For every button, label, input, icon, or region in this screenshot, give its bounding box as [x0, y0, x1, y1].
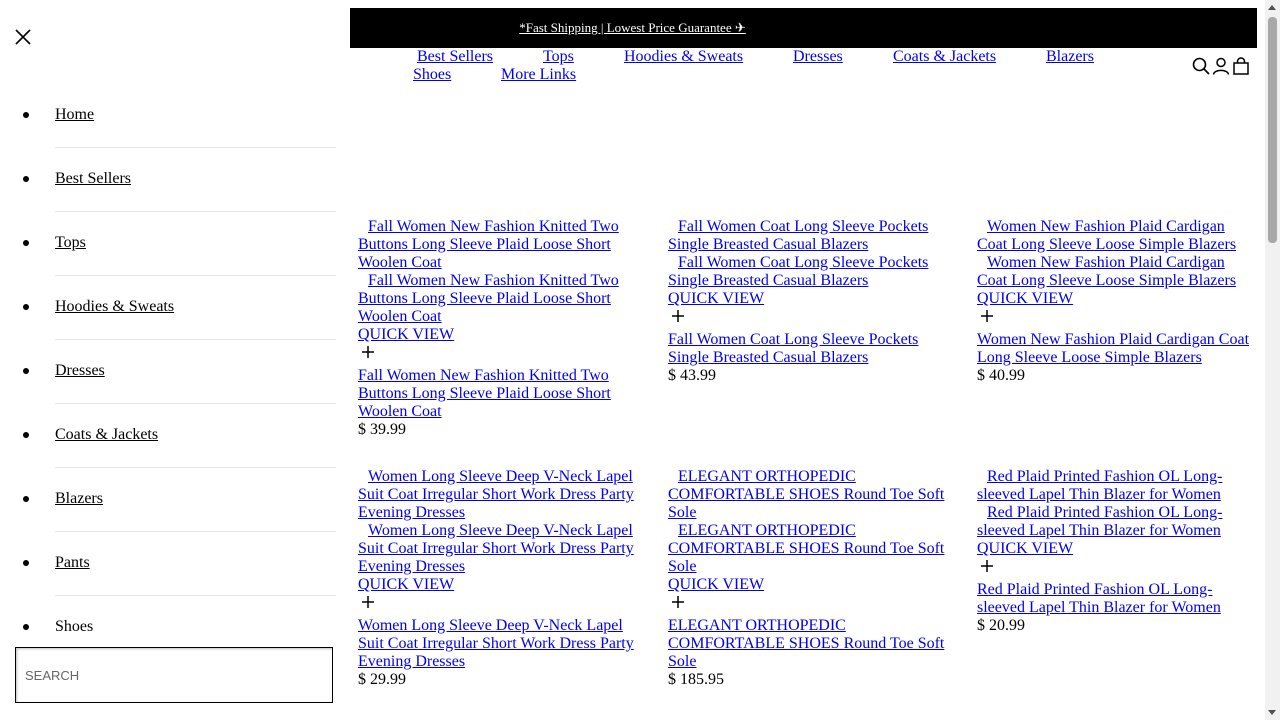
product-title[interactable]: ELEGANT ORTHOPEDIC COMFORTABLE SHOES Rou…: [668, 617, 948, 671]
product-image-hover[interactable]: Fall Women New Fashion Knitted Two Butto…: [358, 272, 638, 326]
product-title[interactable]: Fall Women New Fashion Knitted Two Butto…: [358, 367, 638, 421]
drawer-link[interactable]: Blazers: [55, 490, 103, 508]
product-card: Fall Women New Fashion Knitted Two Butto…: [358, 218, 638, 439]
search-icon[interactable]: [1192, 56, 1210, 76]
plus-icon[interactable]: [671, 308, 948, 331]
bullet: [23, 176, 29, 182]
product-image[interactable]: Red Plaid Printed Fashion OL Long-sleeve…: [977, 468, 1257, 504]
drawer-link[interactable]: Shoes: [55, 618, 93, 632]
bullet: [23, 304, 29, 310]
drawer-item-shoes: Shoes: [0, 596, 336, 632]
user-icon[interactable]: [1212, 56, 1230, 76]
product-card: Women New Fashion Plaid Cardigan Coat Lo…: [977, 218, 1257, 385]
drawer-link[interactable]: Tops: [55, 234, 86, 252]
product-image[interactable]: Women Long Sleeve Deep V-Neck Lapel Suit…: [358, 468, 638, 522]
drawer-item-coats: Coats & Jackets: [0, 404, 336, 468]
scroll-down-icon[interactable]: [1268, 710, 1276, 715]
quick-view-link[interactable]: QUICK VIEW: [668, 290, 948, 308]
nav-link-best-sellers[interactable]: Best Sellers: [417, 48, 493, 66]
product-price: $ 20.99: [977, 617, 1025, 634]
bullet: [23, 432, 29, 438]
scrollbar[interactable]: [1265, 0, 1280, 720]
product-title[interactable]: Red Plaid Printed Fashion OL Long-sleeve…: [977, 581, 1257, 617]
announcement-link[interactable]: *Fast Shipping | Lowest Price Guarantee …: [519, 20, 746, 36]
drawer-link[interactable]: Coats & Jackets: [55, 426, 158, 444]
drawer-item-hoodies: Hoodies & Sweats: [0, 276, 336, 340]
plus-icon[interactable]: [980, 308, 1257, 331]
nav-link-more[interactable]: More Links: [501, 66, 576, 84]
product-image-hover[interactable]: ELEGANT ORTHOPEDIC COMFORTABLE SHOES Rou…: [668, 522, 948, 576]
product-card: Women Long Sleeve Deep V-Neck Lapel Suit…: [358, 468, 638, 689]
drawer-link[interactable]: Home: [55, 106, 94, 124]
product-image[interactable]: Women New Fashion Plaid Cardigan Coat Lo…: [977, 218, 1257, 254]
product-price: $ 40.99: [977, 367, 1025, 384]
drawer-item-tops: Tops: [0, 212, 336, 276]
product-price: $ 43.99: [668, 367, 716, 384]
drawer-item-best-sellers: Best Sellers: [0, 148, 336, 212]
page: *Fast Shipping | Lowest Price Guarantee …: [0, 0, 1280, 720]
drawer-link[interactable]: Best Sellers: [55, 170, 131, 188]
nav-link-shoes[interactable]: Shoes: [413, 66, 451, 84]
drawer-item-dresses: Dresses: [0, 340, 336, 404]
scroll-up-icon[interactable]: [1268, 5, 1276, 10]
bullet: [23, 240, 29, 246]
nav-link-coats[interactable]: Coats & Jackets: [893, 48, 996, 66]
quick-view-link[interactable]: QUICK VIEW: [977, 290, 1257, 308]
quick-view-link[interactable]: QUICK VIEW: [358, 326, 638, 344]
drawer-item-pants: Pants: [0, 532, 336, 596]
search-input[interactable]: [15, 647, 333, 703]
nav-link-dresses[interactable]: Dresses: [793, 48, 843, 66]
product-image-hover[interactable]: Red Plaid Printed Fashion OL Long-sleeve…: [977, 504, 1257, 540]
nav-link-blazers[interactable]: Blazers: [1046, 48, 1094, 66]
plus-icon[interactable]: [671, 594, 948, 617]
quick-view-link[interactable]: QUICK VIEW: [977, 540, 1257, 558]
product-image[interactable]: ELEGANT ORTHOPEDIC COMFORTABLE SHOES Rou…: [668, 468, 948, 522]
product-card: ELEGANT ORTHOPEDIC COMFORTABLE SHOES Rou…: [668, 468, 948, 689]
drawer-item-home: Home: [0, 84, 336, 148]
plus-icon[interactable]: [361, 594, 638, 617]
product-image-hover[interactable]: Women New Fashion Plaid Cardigan Coat Lo…: [977, 254, 1257, 290]
product-price: $ 185.95: [668, 671, 724, 688]
top-nav: me Best Sellers Tops Hoodies & Sweats Dr…: [330, 48, 1210, 88]
bullet: [23, 112, 29, 118]
product-image-hover[interactable]: Fall Women Coat Long Sleeve Pockets Sing…: [668, 254, 948, 290]
product-image[interactable]: Fall Women Coat Long Sleeve Pockets Sing…: [668, 218, 948, 254]
product-price: $ 39.99: [358, 421, 406, 438]
quick-view-link[interactable]: QUICK VIEW: [668, 576, 948, 594]
bullet: [23, 560, 29, 566]
nav-link-hoodies[interactable]: Hoodies & Sweats: [624, 48, 743, 66]
drawer-item-blazers: Blazers: [0, 468, 336, 532]
header-icons: [1192, 56, 1250, 76]
product-title[interactable]: Women Long Sleeve Deep V-Neck Lapel Suit…: [358, 617, 638, 671]
close-icon[interactable]: [14, 28, 32, 46]
product-image-hover[interactable]: Women Long Sleeve Deep V-Neck Lapel Suit…: [358, 522, 638, 576]
plus-icon[interactable]: [361, 344, 638, 367]
drawer-link[interactable]: Dresses: [55, 362, 105, 380]
drawer-menu: Home Best Sellers Tops Hoodies & Sweats …: [0, 84, 336, 632]
bullet: [23, 368, 29, 374]
menu-drawer: Home Best Sellers Tops Hoodies & Sweats …: [0, 0, 350, 720]
product-card: Red Plaid Printed Fashion OL Long-sleeve…: [977, 468, 1257, 635]
plus-icon[interactable]: [980, 558, 1257, 581]
quick-view-link[interactable]: QUICK VIEW: [358, 576, 638, 594]
nav-link-tops[interactable]: Tops: [543, 48, 574, 66]
bullet: [23, 624, 29, 630]
scrollbar-thumb[interactable]: [1268, 17, 1277, 243]
product-image[interactable]: Fall Women New Fashion Knitted Two Butto…: [358, 218, 638, 272]
product-card: Fall Women Coat Long Sleeve Pockets Sing…: [668, 218, 948, 385]
bullet: [23, 496, 29, 502]
drawer-link[interactable]: Hoodies & Sweats: [55, 298, 174, 316]
drawer-link[interactable]: Pants: [55, 554, 90, 572]
product-title[interactable]: Fall Women Coat Long Sleeve Pockets Sing…: [668, 331, 948, 367]
product-title[interactable]: Women New Fashion Plaid Cardigan Coat Lo…: [977, 331, 1257, 367]
product-price: $ 29.99: [358, 671, 406, 688]
bag-icon[interactable]: [1232, 56, 1250, 76]
